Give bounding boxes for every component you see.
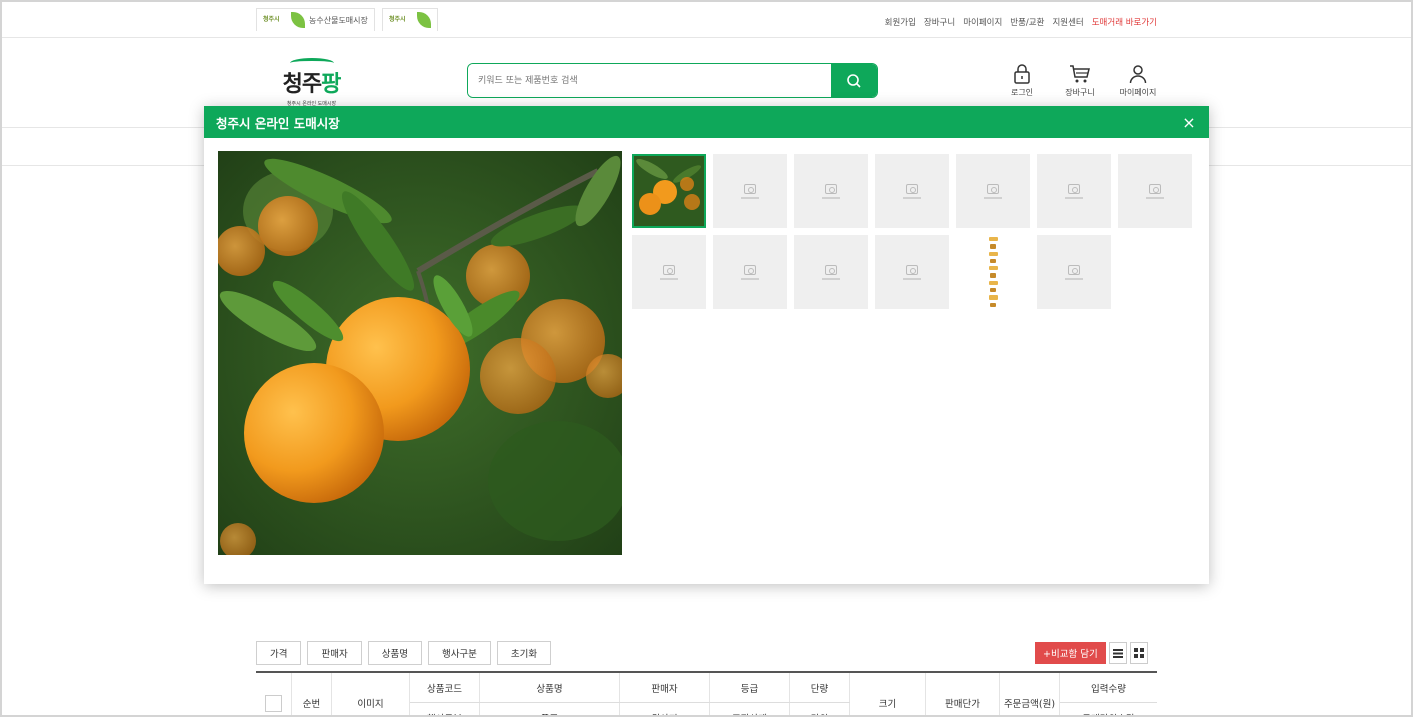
no-image-placeholder [903, 264, 921, 280]
thumbnail-grid [632, 154, 1192, 309]
thumbnail-empty[interactable] [794, 154, 868, 228]
thumbnail-empty[interactable] [956, 154, 1030, 228]
image-viewer-modal: 청주시 온라인 도매시장 × [204, 106, 1209, 584]
placeholder-text-line [903, 277, 921, 280]
thumbnail-empty[interactable] [713, 235, 787, 309]
camera-icon [906, 264, 918, 275]
thumbnail-empty[interactable] [1118, 154, 1192, 228]
placeholder-text-line [822, 196, 840, 199]
thumbnail-strip[interactable] [956, 235, 1030, 309]
placeholder-text-line [1146, 196, 1164, 199]
camera-icon [744, 183, 756, 194]
main-product-image [218, 151, 622, 555]
camera-icon [1068, 183, 1080, 194]
thumbnail-empty[interactable] [1037, 154, 1111, 228]
thumbnail-empty[interactable] [713, 154, 787, 228]
placeholder-text-line [660, 277, 678, 280]
no-image-placeholder [741, 183, 759, 199]
thumbnail-empty[interactable] [632, 235, 706, 309]
camera-icon [987, 183, 999, 194]
modal-header: 청주시 온라인 도매시장 × [204, 106, 1209, 138]
placeholder-text-line [822, 277, 840, 280]
close-icon[interactable]: × [1181, 113, 1197, 132]
placeholder-text-line [984, 196, 1002, 199]
placeholder-text-line [741, 277, 759, 280]
no-image-placeholder [660, 264, 678, 280]
tangerine-thumbnail [632, 154, 706, 228]
thumbnail-empty[interactable] [875, 154, 949, 228]
no-image-placeholder [822, 183, 840, 199]
camera-icon [1149, 183, 1161, 194]
camera-icon [906, 183, 918, 194]
thumbnail-empty[interactable] [794, 235, 868, 309]
thumbnail-empty[interactable] [875, 235, 949, 309]
no-image-placeholder [1065, 183, 1083, 199]
no-image-placeholder [822, 264, 840, 280]
no-image-placeholder [984, 183, 1002, 199]
placeholder-text-line [903, 196, 921, 199]
camera-icon [825, 264, 837, 275]
placeholder-text-line [1065, 196, 1083, 199]
modal-title: 청주시 온라인 도매시장 [216, 115, 340, 131]
no-image-placeholder [741, 264, 759, 280]
no-image-placeholder [1146, 183, 1164, 199]
no-image-placeholder [903, 183, 921, 199]
camera-icon [744, 264, 756, 275]
placeholder-text-line [741, 196, 759, 199]
thumbnail-empty[interactable] [1037, 235, 1111, 309]
detail-strip-image [988, 235, 998, 309]
thumbnail-photo[interactable] [632, 154, 706, 228]
camera-icon [663, 264, 675, 275]
tangerine-photo [218, 151, 622, 555]
camera-icon [825, 183, 837, 194]
placeholder-text-line [1065, 277, 1083, 280]
no-image-placeholder [1065, 264, 1083, 280]
camera-icon [1068, 264, 1080, 275]
